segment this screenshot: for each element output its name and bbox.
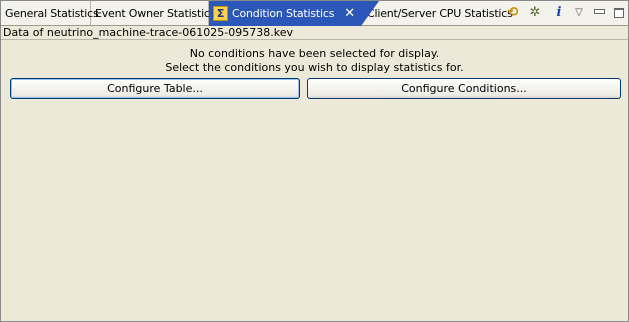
view-menu-icon[interactable]: ▽	[570, 3, 588, 23]
tab-label: General Statistics	[5, 7, 99, 20]
tab-general-statistics[interactable]: General Statistics	[1, 1, 99, 25]
sigma-icon: Σ	[213, 5, 228, 21]
tab-event-owner-statistics[interactable]: Event Owner Statistics	[91, 1, 216, 25]
tab-condition-statistics[interactable]: Σ Condition Statistics ✕	[209, 1, 379, 26]
tab-label: Client/Server CPU Statistics	[367, 7, 513, 20]
tab-label: Condition Statistics	[232, 7, 335, 20]
maximize-icon[interactable]	[610, 3, 628, 23]
minimize-icon[interactable]	[590, 3, 608, 23]
empty-message-line2: Select the conditions you wish to displa…	[165, 61, 464, 74]
empty-message-line1: No conditions have been selected for dis…	[189, 47, 440, 60]
configure-icon[interactable]: ✲	[526, 3, 544, 23]
configure-table-button[interactable]: Configure Table...	[10, 78, 300, 99]
configure-conditions-button[interactable]: Configure Conditions...	[307, 78, 621, 99]
statistics-view: General Statistics Event Owner Statistic…	[0, 0, 629, 322]
tab-client-server-cpu-statistics[interactable]: Client/Server CPU Statistics	[363, 1, 513, 25]
tab-label: Event Owner Statistics	[95, 7, 216, 20]
sync-icon[interactable]: ⟲	[504, 3, 522, 23]
data-source-label: Data of neutrino_machine-trace-061025-09…	[1, 26, 628, 40]
close-icon[interactable]: ✕	[344, 1, 355, 26]
tab-bar: General Statistics Event Owner Statistic…	[1, 1, 628, 26]
info-icon[interactable]: i	[550, 3, 568, 23]
